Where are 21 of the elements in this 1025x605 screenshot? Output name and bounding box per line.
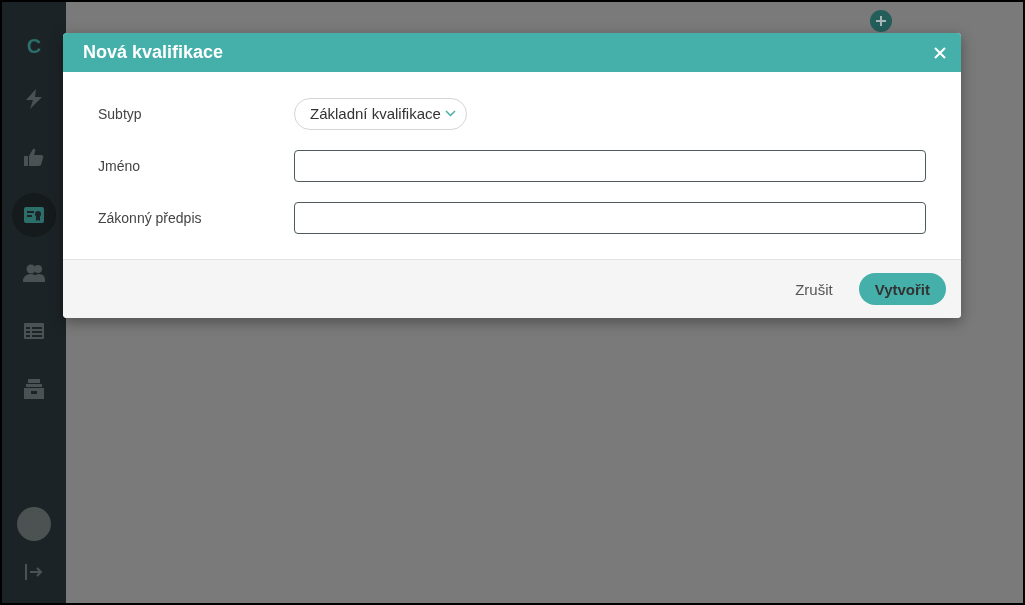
bolt-icon [25, 89, 43, 109]
add-button[interactable] [870, 10, 892, 32]
input-field[interactable] [294, 201, 926, 234]
id-card-icon [24, 207, 44, 223]
create-button[interactable]: Vytvořit [858, 273, 946, 305]
field-label: Zákonný předpis [98, 209, 203, 226]
plus-icon [876, 16, 886, 26]
input-field[interactable] [294, 149, 926, 182]
field-label: Jméno [98, 157, 142, 174]
dialog-title: Nová kvalifikace [83, 42, 224, 63]
table-icon [24, 323, 44, 339]
thumbs-up-icon [24, 148, 44, 166]
logout-icon[interactable] [24, 563, 44, 581]
user-avatar[interactable] [17, 507, 51, 541]
chevron-down-icon [444, 110, 456, 117]
nav-item[interactable] [12, 193, 56, 237]
field-label: Subtyp [98, 105, 143, 122]
close-icon[interactable] [934, 46, 946, 59]
archive-drawer-icon [24, 379, 44, 399]
users-icon [23, 264, 45, 282]
cancel-button[interactable]: Zrušit [787, 274, 841, 304]
